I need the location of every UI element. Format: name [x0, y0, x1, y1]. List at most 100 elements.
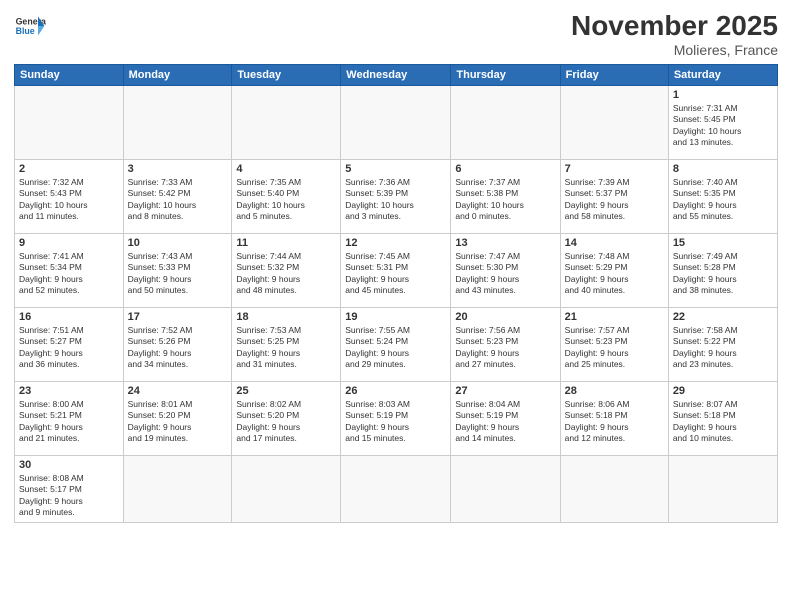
day-info: Sunrise: 8:03 AM Sunset: 5:19 PM Dayligh… — [345, 399, 446, 445]
day-info: Sunrise: 7:31 AM Sunset: 5:45 PM Dayligh… — [673, 103, 773, 149]
day-number: 28 — [565, 385, 664, 397]
day-info: Sunrise: 8:07 AM Sunset: 5:18 PM Dayligh… — [673, 399, 773, 445]
table-row: 9 Sunrise: 7:41 AM Sunset: 5:34 PM Daylig… — [15, 234, 124, 308]
day-info: Sunrise: 8:02 AM Sunset: 5:20 PM Dayligh… — [236, 399, 336, 445]
day-info: Sunrise: 8:04 AM Sunset: 5:19 PM Dayligh… — [455, 399, 555, 445]
table-row — [232, 456, 341, 523]
table-row: 24 Sunrise: 8:01 AM Sunset: 5:20 PM Dayli… — [123, 382, 232, 456]
title-block: November 2025 Molieres, France — [571, 10, 778, 58]
day-number: 26 — [345, 385, 446, 397]
location: Molieres, France — [571, 42, 778, 58]
day-number: 23 — [19, 385, 119, 397]
table-row: 4 Sunrise: 7:35 AM Sunset: 5:40 PM Daylig… — [232, 160, 341, 234]
header-saturday: Saturday — [668, 65, 777, 86]
day-info: Sunrise: 8:08 AM Sunset: 5:17 PM Dayligh… — [19, 473, 119, 519]
logo: General Blue — [14, 10, 46, 42]
day-info: Sunrise: 8:00 AM Sunset: 5:21 PM Dayligh… — [19, 399, 119, 445]
table-row: 12Sunrise: 7:45 AM Sunset: 5:31 PM Dayli… — [341, 234, 451, 308]
table-row — [560, 456, 668, 523]
day-number: 25 — [236, 385, 336, 397]
day-info: Sunrise: 7:45 AM Sunset: 5:31 PM Dayligh… — [345, 251, 446, 297]
day-info: Sunrise: 7:32 AM Sunset: 5:43 PM Dayligh… — [19, 177, 119, 223]
day-info: Sunrise: 7:47 AM Sunset: 5:30 PM Dayligh… — [455, 251, 555, 297]
day-number: 8 — [673, 163, 773, 175]
day-number: 30 — [19, 459, 119, 471]
header-friday: Friday — [560, 65, 668, 86]
day-number: 29 — [673, 385, 773, 397]
table-row: 22 Sunrise: 7:58 AM Sunset: 5:22 PM Dayli… — [668, 308, 777, 382]
table-row: 21 Sunrise: 7:57 AM Sunset: 5:23 PM Dayli… — [560, 308, 668, 382]
table-row: 1 Sunrise: 7:31 AM Sunset: 5:45 PM Daylig… — [668, 86, 777, 160]
table-row — [341, 86, 451, 160]
table-row: 28 Sunrise: 8:06 AM Sunset: 5:18 PM Dayli… — [560, 382, 668, 456]
day-number: 24 — [128, 385, 228, 397]
table-row: 13 Sunrise: 7:47 AM Sunset: 5:30 PM Dayli… — [451, 234, 560, 308]
day-number: 11 — [236, 237, 336, 249]
day-number: 18 — [236, 311, 336, 323]
table-row: 6Sunrise: 7:37 AM Sunset: 5:38 PM Daylig… — [451, 160, 560, 234]
table-row: 14Sunrise: 7:48 AM Sunset: 5:29 PM Dayli… — [560, 234, 668, 308]
table-row: 15 Sunrise: 7:49 AM Sunset: 5:28 PM Dayli… — [668, 234, 777, 308]
header-tuesday: Tuesday — [232, 65, 341, 86]
table-row: 17 Sunrise: 7:52 AM Sunset: 5:26 PM Dayli… — [123, 308, 232, 382]
day-number: 27 — [455, 385, 555, 397]
day-info: Sunrise: 7:39 AM Sunset: 5:37 PM Dayligh… — [565, 177, 664, 223]
day-number: 9 — [19, 237, 119, 249]
table-row — [451, 86, 560, 160]
svg-text:Blue: Blue — [16, 26, 35, 36]
day-info: Sunrise: 8:06 AM Sunset: 5:18 PM Dayligh… — [565, 399, 664, 445]
day-number: 3 — [128, 163, 228, 175]
day-number: 14 — [565, 237, 664, 249]
day-number: 19 — [345, 311, 446, 323]
table-row — [341, 456, 451, 523]
day-number: 1 — [673, 89, 773, 101]
table-row — [560, 86, 668, 160]
day-number: 22 — [673, 311, 773, 323]
day-info: Sunrise: 7:52 AM Sunset: 5:26 PM Dayligh… — [128, 325, 228, 371]
table-row: 3 Sunrise: 7:33 AM Sunset: 5:42 PM Daylig… — [123, 160, 232, 234]
day-number: 21 — [565, 311, 664, 323]
logo-icon: General Blue — [14, 10, 46, 42]
day-info: Sunrise: 7:33 AM Sunset: 5:42 PM Dayligh… — [128, 177, 228, 223]
calendar-header-row: Sunday Monday Tuesday Wednesday Thursday… — [15, 65, 778, 86]
day-number: 16 — [19, 311, 119, 323]
table-row: 30 Sunrise: 8:08 AM Sunset: 5:17 PM Dayli… — [15, 456, 124, 523]
calendar-table: Sunday Monday Tuesday Wednesday Thursday… — [14, 64, 778, 523]
table-row: 11Sunrise: 7:44 AM Sunset: 5:32 PM Dayli… — [232, 234, 341, 308]
header-monday: Monday — [123, 65, 232, 86]
day-info: Sunrise: 7:49 AM Sunset: 5:28 PM Dayligh… — [673, 251, 773, 297]
table-row: 26 Sunrise: 8:03 AM Sunset: 5:19 PM Dayli… — [341, 382, 451, 456]
table-row: 18 Sunrise: 7:53 AM Sunset: 5:25 PM Dayli… — [232, 308, 341, 382]
day-number: 20 — [455, 311, 555, 323]
day-number: 5 — [345, 163, 446, 175]
day-info: Sunrise: 7:35 AM Sunset: 5:40 PM Dayligh… — [236, 177, 336, 223]
day-info: Sunrise: 7:36 AM Sunset: 5:39 PM Dayligh… — [345, 177, 446, 223]
table-row — [123, 86, 232, 160]
table-row: 16 Sunrise: 7:51 AM Sunset: 5:27 PM Dayli… — [15, 308, 124, 382]
table-row: 5 Sunrise: 7:36 AM Sunset: 5:39 PM Daylig… — [341, 160, 451, 234]
day-info: Sunrise: 7:57 AM Sunset: 5:23 PM Dayligh… — [565, 325, 664, 371]
table-row: 20Sunrise: 7:56 AM Sunset: 5:23 PM Dayli… — [451, 308, 560, 382]
day-number: 17 — [128, 311, 228, 323]
day-info: Sunrise: 7:53 AM Sunset: 5:25 PM Dayligh… — [236, 325, 336, 371]
day-number: 4 — [236, 163, 336, 175]
day-number: 15 — [673, 237, 773, 249]
day-info: Sunrise: 8:01 AM Sunset: 5:20 PM Dayligh… — [128, 399, 228, 445]
day-info: Sunrise: 7:40 AM Sunset: 5:35 PM Dayligh… — [673, 177, 773, 223]
month-title: November 2025 — [571, 10, 778, 42]
header-wednesday: Wednesday — [341, 65, 451, 86]
table-row: 23 Sunrise: 8:00 AM Sunset: 5:21 PM Dayli… — [15, 382, 124, 456]
day-info: Sunrise: 7:37 AM Sunset: 5:38 PM Dayligh… — [455, 177, 555, 223]
day-info: Sunrise: 7:41 AM Sunset: 5:34 PM Dayligh… — [19, 251, 119, 297]
table-row — [232, 86, 341, 160]
day-number: 13 — [455, 237, 555, 249]
header-thursday: Thursday — [451, 65, 560, 86]
table-row: 29 Sunrise: 8:07 AM Sunset: 5:18 PM Dayli… — [668, 382, 777, 456]
day-info: Sunrise: 7:43 AM Sunset: 5:33 PM Dayligh… — [128, 251, 228, 297]
day-info: Sunrise: 7:55 AM Sunset: 5:24 PM Dayligh… — [345, 325, 446, 371]
day-info: Sunrise: 7:58 AM Sunset: 5:22 PM Dayligh… — [673, 325, 773, 371]
table-row: 8 Sunrise: 7:40 AM Sunset: 5:35 PM Daylig… — [668, 160, 777, 234]
table-row: 19 Sunrise: 7:55 AM Sunset: 5:24 PM Dayli… — [341, 308, 451, 382]
day-info: Sunrise: 7:51 AM Sunset: 5:27 PM Dayligh… — [19, 325, 119, 371]
day-number: 10 — [128, 237, 228, 249]
